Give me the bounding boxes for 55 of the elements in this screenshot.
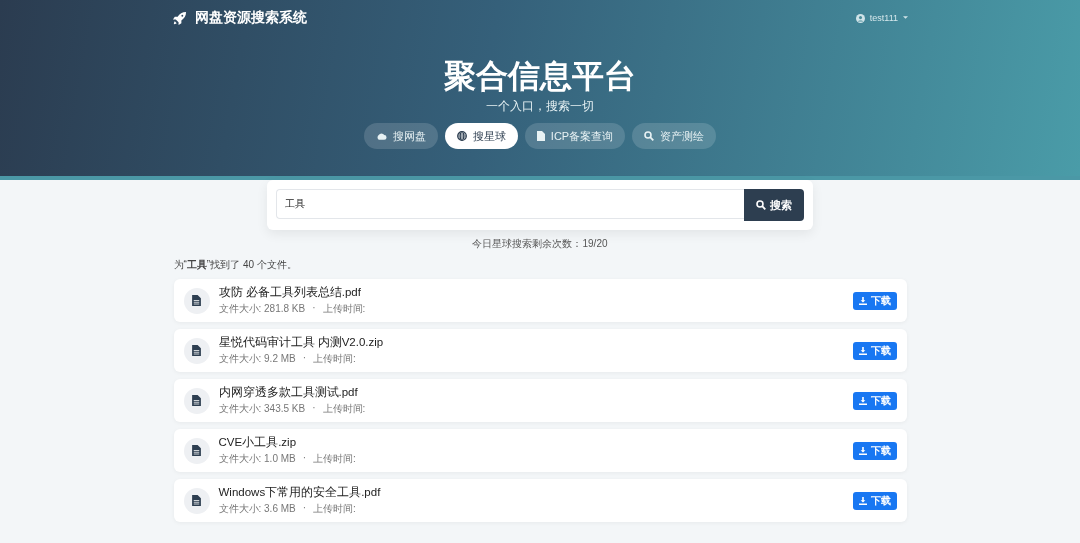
globe-icon <box>456 131 467 141</box>
file-icon <box>183 387 210 414</box>
search-field[interactable]: 工具 <box>276 189 744 219</box>
download-button[interactable]: 下载 <box>852 391 897 410</box>
search-icon <box>756 200 766 210</box>
download-icon <box>858 346 867 355</box>
search-quota: 今日星球搜索剩余次数：19/20 <box>472 237 608 251</box>
file-icon <box>183 287 210 314</box>
search-tab[interactable]: ICP备案查询 <box>524 123 626 149</box>
download-icon <box>858 296 867 305</box>
user-menu[interactable]: test111 <box>855 13 908 23</box>
download-button[interactable]: 下载 <box>852 441 897 460</box>
separator-dot: · <box>302 352 307 365</box>
upload-time: 上传时间: <box>313 452 356 466</box>
file-name: 攻防 必备工具列表总结.pdf <box>218 285 362 300</box>
file-icon <box>183 337 210 364</box>
search-tab[interactable]: 搜星球 <box>444 123 518 149</box>
hero-subtitle: 一个入口，搜索一切 <box>486 98 594 115</box>
file-size: 文件大小: 343.5 KB <box>218 402 306 416</box>
upload-time: 上传时间: <box>322 302 366 316</box>
download-button[interactable]: 下载 <box>852 491 897 510</box>
file-name: Windows下常用的安全工具.pdf <box>218 485 382 500</box>
result-summary: 为“工具”找到了 40 个文件。 <box>173 258 298 272</box>
user-icon <box>855 13 865 23</box>
download-icon <box>858 396 867 405</box>
file-name: CVE小工具.zip <box>218 435 298 450</box>
separator-dot: · <box>312 302 316 315</box>
search-tab[interactable]: 资产测绘 <box>632 123 717 149</box>
caret-icon <box>903 16 908 20</box>
rocket-icon <box>172 10 187 26</box>
document-icon <box>536 131 545 141</box>
hero-title: 聚合信息平台 <box>444 57 636 96</box>
separator-dot: · <box>312 402 316 415</box>
upload-time: 上传时间: <box>313 502 356 516</box>
file-icon <box>183 437 210 464</box>
search-tab[interactable]: 搜网盘 <box>363 123 438 149</box>
upload-time: 上传时间: <box>322 402 366 416</box>
file-name: 星悦代码审计工具 内测V2.0.zip <box>218 335 385 350</box>
file-size: 文件大小: 281.8 KB <box>218 302 306 316</box>
download-button[interactable]: 下载 <box>852 341 897 360</box>
file-name: 内网穿透多款工具测试.pdf <box>218 385 359 400</box>
file-size: 文件大小: 9.2 MB <box>218 352 296 366</box>
download-icon <box>858 496 867 505</box>
cloud-icon <box>375 132 387 140</box>
file-icon <box>183 487 210 514</box>
separator-dot: · <box>302 452 307 465</box>
search-button[interactable]: 搜索 <box>744 189 804 221</box>
download-icon <box>858 446 867 455</box>
search-icon <box>644 131 655 141</box>
file-size: 文件大小: 1.0 MB <box>218 452 296 466</box>
separator-dot: · <box>302 502 307 515</box>
upload-time: 上传时间: <box>313 352 356 366</box>
brand-title[interactable]: 网盘资源搜索系统 <box>195 9 307 27</box>
download-button[interactable]: 下载 <box>852 291 897 310</box>
file-size: 文件大小: 3.6 MB <box>218 502 296 516</box>
